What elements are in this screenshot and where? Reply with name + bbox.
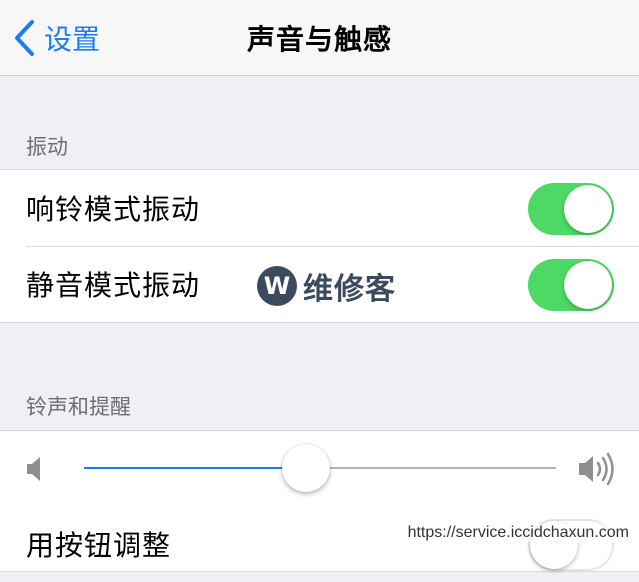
- brand-watermark: W 维修客: [257, 264, 396, 308]
- toggle-knob: [564, 261, 612, 309]
- vibrate-on-silent-label: 静音模式振动: [26, 269, 201, 302]
- url-watermark: https://service.iccidchaxun.com: [405, 524, 631, 542]
- speaker-low-icon: [27, 457, 40, 481]
- speaker-high-icon: [579, 452, 614, 486]
- ringer-group: 用按钮调整: [0, 430, 639, 572]
- volume-fill: [84, 467, 306, 469]
- vibrate-on-ring-row: 响铃模式振动: [0, 170, 639, 246]
- page-title: 声音与触感: [246, 23, 392, 56]
- section-header-vibration: 振动: [26, 135, 68, 159]
- section-header-ringer: 铃声和提醒: [26, 395, 131, 419]
- volume-thumb[interactable]: [281, 444, 330, 492]
- watermark-logo: W: [257, 266, 297, 306]
- watermark-brand: 维修客: [303, 272, 396, 307]
- navigation-bar: 设置 声音与触感: [0, 0, 639, 76]
- change-with-buttons-label: 用按钮调整: [26, 529, 172, 562]
- toggle-knob: [564, 185, 612, 233]
- change-with-buttons-row: 用按钮调整: [0, 506, 639, 582]
- ringer-volume-row: [0, 431, 639, 506]
- vibrate-on-silent-toggle[interactable]: [528, 259, 614, 311]
- vibrate-on-ring-label: 响铃模式振动: [26, 193, 201, 226]
- vibrate-on-ring-toggle[interactable]: [528, 183, 614, 235]
